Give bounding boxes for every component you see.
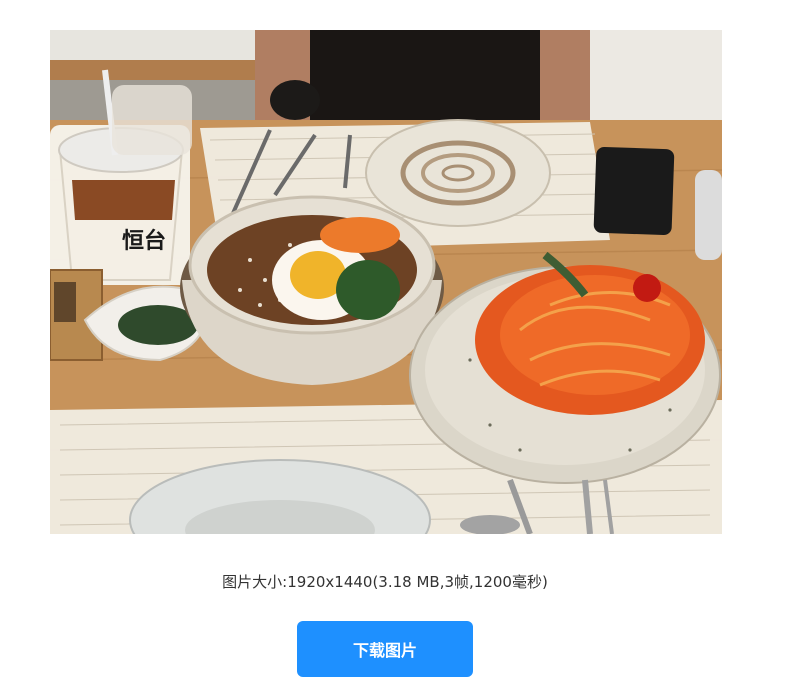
download-button[interactable]: 下载图片 bbox=[297, 621, 473, 677]
image-info-text: 图片大小:1920x1440(3.18 MB,3帧,1200毫秒) bbox=[222, 573, 548, 591]
image-preview: 恒台 bbox=[50, 30, 722, 534]
food-photo: 恒台 bbox=[50, 30, 722, 534]
cup-label: 恒台 bbox=[122, 228, 166, 254]
